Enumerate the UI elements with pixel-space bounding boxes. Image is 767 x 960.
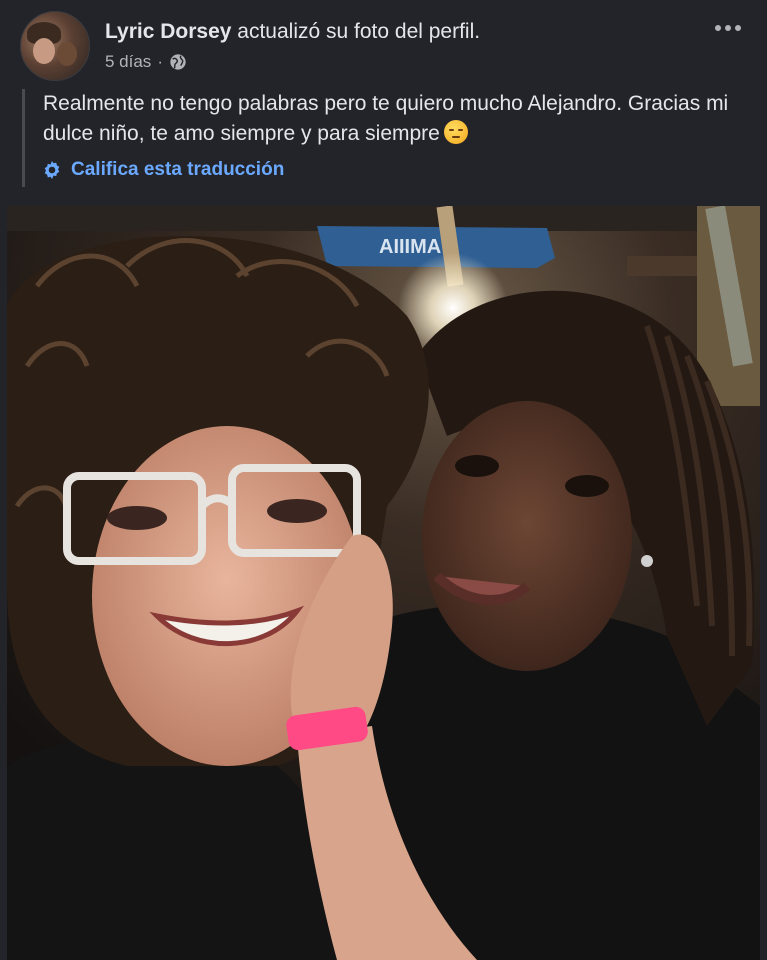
profile-avatar[interactable] [20, 11, 90, 81]
meta-separator: · [157, 52, 163, 71]
profile-photo[interactable]: AIIIMA [7, 206, 760, 960]
globe-icon [170, 54, 186, 70]
post-time[interactable]: 5 días [105, 51, 151, 73]
author-name[interactable]: Lyric Dorsey [105, 20, 231, 43]
caption-text: Realmente no tengo palabras pero te quie… [43, 92, 729, 145]
rate-translation-label: Califica esta traducción [71, 159, 285, 180]
ellipsis-icon [715, 25, 721, 31]
more-options-button[interactable] [708, 14, 748, 42]
post-meta: 5 días · [105, 51, 187, 73]
rate-translation-link[interactable]: Califica esta traducción [41, 157, 284, 183]
post-header: Lyric Dorsey actualizó su foto del perfi… [0, 0, 767, 90]
gear-icon [44, 160, 60, 180]
author-line: Lyric Dorsey actualizó su foto del perfi… [105, 18, 480, 46]
post-action-text: actualizó su foto del perfil. [237, 20, 481, 43]
photo-sign-text: AIIIMA [379, 236, 441, 258]
pensive-face-emoji [443, 120, 468, 144]
